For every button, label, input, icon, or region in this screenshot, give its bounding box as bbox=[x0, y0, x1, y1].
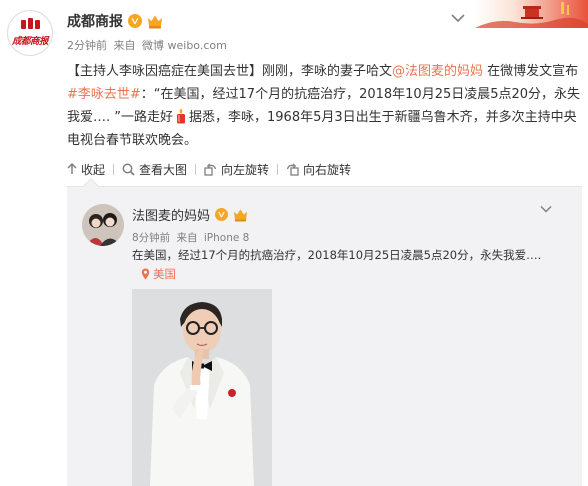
post-text-part: 刚刚，李咏的妻子哈文 bbox=[262, 64, 393, 79]
rotate-left-icon bbox=[204, 162, 217, 176]
rotate-right-button[interactable]: 向右旋转 bbox=[286, 160, 351, 178]
mention-link[interactable]: @法图麦的妈妈 bbox=[392, 64, 483, 79]
repost-author-avatar[interactable] bbox=[82, 204, 124, 246]
repost-author-name[interactable]: 法图麦的妈妈 bbox=[132, 205, 210, 224]
divider bbox=[195, 163, 197, 175]
collapse-label: 收起 bbox=[81, 162, 106, 177]
repost-text: 在美国，经过17个月的抗癌治疗，2018年10月25日凌晨5点20分，永失我爱…… bbox=[132, 248, 542, 262]
post-photo[interactable] bbox=[132, 289, 272, 486]
view-large-label: 查看大图 bbox=[139, 162, 188, 177]
rotate-right-icon bbox=[286, 162, 299, 176]
card-pointer bbox=[84, 179, 98, 187]
avatar-photo bbox=[82, 204, 124, 246]
post-source[interactable]: 微博 weibo.com bbox=[142, 39, 227, 52]
author-name[interactable]: 成都商报 bbox=[67, 11, 123, 31]
from-label: 来自 bbox=[176, 232, 198, 244]
repost-source: iPhone 8 bbox=[203, 232, 250, 244]
post-meta: 2分钟前 来自 微博 weibo.com bbox=[67, 37, 230, 53]
chevron-down-icon[interactable] bbox=[451, 13, 465, 23]
divider bbox=[277, 163, 279, 175]
repost-time[interactable]: 8分钟前 bbox=[132, 232, 170, 244]
location-label: 美国 bbox=[153, 267, 176, 281]
candle-emoji-icon bbox=[177, 108, 185, 124]
verified-v-icon bbox=[215, 208, 229, 221]
rotate-right-label: 向右旋转 bbox=[303, 162, 352, 177]
location-link[interactable]: 美国 bbox=[141, 266, 176, 282]
author-avatar[interactable]: 成都商报 bbox=[7, 10, 53, 56]
divider bbox=[113, 163, 115, 175]
avatar-logo-text: 成都商报 bbox=[11, 36, 49, 47]
post-time[interactable]: 2分钟前 bbox=[67, 39, 107, 52]
media-actions-bar: 收起 查看大图 向左旋转 向右旋转 bbox=[67, 160, 351, 178]
photo-man-in-white-suit bbox=[132, 289, 272, 486]
rotate-left-label: 向左旋转 bbox=[221, 162, 270, 177]
collapse-arrow-icon bbox=[67, 163, 77, 174]
collapse-button[interactable]: 收起 bbox=[67, 160, 105, 178]
view-large-image-button[interactable]: 查看大图 bbox=[122, 160, 187, 178]
vip-crown-icon bbox=[233, 208, 248, 222]
magnifier-icon bbox=[122, 163, 135, 176]
festival-banner-image bbox=[475, 0, 588, 28]
post-text: 【主持人李咏因癌症在美国去世】刚刚，李咏的妻子哈文@法图麦的妈妈 在微博发文宣布… bbox=[67, 60, 582, 152]
repost-meta: 8分钟前 来自 iPhone 8 bbox=[132, 230, 252, 245]
newspaper-logo-icon bbox=[21, 18, 40, 29]
from-label: 来自 bbox=[113, 39, 136, 52]
hashtag-link[interactable]: #李咏去世# bbox=[67, 87, 141, 102]
post-topic: 【主持人李咏因癌症在美国去世】 bbox=[67, 64, 263, 79]
rotate-left-button[interactable]: 向左旋转 bbox=[204, 160, 269, 178]
post-text-part: 在微博发文宣布 bbox=[483, 64, 579, 79]
vip-crown-icon bbox=[148, 15, 162, 28]
verified-v-icon bbox=[128, 14, 142, 28]
location-pin-icon bbox=[141, 268, 150, 280]
chevron-down-icon[interactable] bbox=[540, 205, 552, 213]
